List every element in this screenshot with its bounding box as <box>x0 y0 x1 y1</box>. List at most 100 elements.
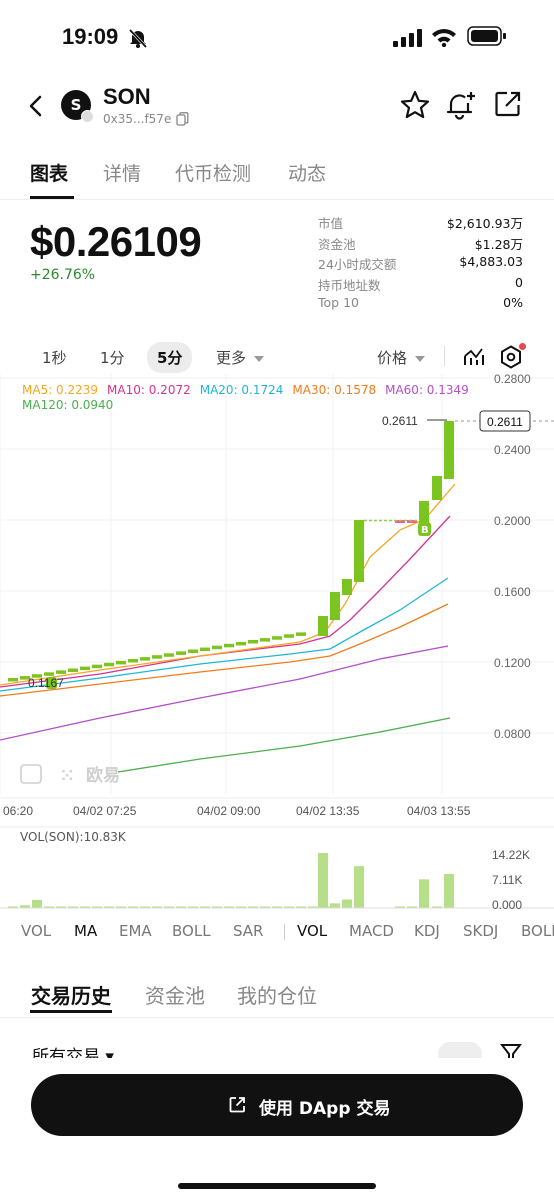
watermark-text: 欧易 <box>86 765 120 786</box>
volume-label: VOL(SON):10.83K <box>20 830 126 844</box>
low-price-label: 0.1167 <box>28 676 64 690</box>
notification-dot <box>519 343 526 350</box>
candle <box>342 579 352 595</box>
interval-more-dropdown[interactable]: 更多 <box>216 347 264 368</box>
volume-bar <box>318 853 328 908</box>
y-tick-label: 0.1600 <box>494 585 531 599</box>
stat-value: $4,883.03 <box>459 254 523 269</box>
stat-row: 市值 $2,610.93万 <box>318 213 523 234</box>
dapp-trade-button[interactable]: 使用 DApp 交易 <box>31 1074 523 1136</box>
stat-row: 24小时成交额 $4,883.03 <box>318 254 523 275</box>
candle <box>224 643 234 648</box>
stat-key: 24小时成交额 <box>318 257 397 272</box>
indicator-icon[interactable] <box>463 347 485 367</box>
candle <box>432 476 442 500</box>
candle <box>444 421 454 479</box>
candle <box>200 647 210 652</box>
tab-my-positions[interactable]: 我的仓位 <box>237 980 317 1009</box>
stat-key: Top 10 <box>318 295 359 310</box>
tab-details[interactable]: 详情 <box>103 159 141 186</box>
stat-value: $2,610.93万 <box>446 216 523 231</box>
candle <box>330 592 340 620</box>
indicator-tabs: VOL MA EMA BOLL SAR VOL MACD KDJ SKDJ BO… <box>0 918 554 944</box>
volume-bar <box>419 879 429 908</box>
filter-funnel-icon[interactable] <box>500 1042 522 1058</box>
token-name: SON <box>103 84 151 109</box>
home-indicator <box>178 1183 376 1189</box>
currency-toggle[interactable] <box>438 1042 482 1058</box>
ma-legend-item: MA30: 0.1578 <box>292 383 377 397</box>
tab-active-underline <box>30 196 74 199</box>
candle <box>260 638 270 642</box>
current-price: $0.26109 <box>30 218 202 265</box>
indicator-ema[interactable]: EMA <box>119 922 152 940</box>
copy-icon[interactable] <box>176 112 189 126</box>
price-change: +26.76% <box>30 267 96 283</box>
y-tick-label: 0.2800 <box>494 374 531 386</box>
y-tick-label: 0.2000 <box>494 514 531 528</box>
interval-5m[interactable]: 5分 <box>147 342 193 373</box>
candle <box>176 651 186 655</box>
favorite-star-icon[interactable] <box>400 90 430 120</box>
ma-legend-item: MA20: 0.1724 <box>199 383 284 397</box>
battery-icon <box>467 26 506 46</box>
indicator-skdj[interactable]: SKDJ <box>463 922 498 940</box>
fullscreen-icon <box>20 764 42 784</box>
price-alert-add-icon[interactable] <box>445 89 477 121</box>
stat-row: 持币地址数 0 <box>318 275 523 296</box>
candle <box>272 636 282 640</box>
chevron-down-icon: ▾ <box>105 1047 114 1058</box>
volume-bar <box>32 899 42 908</box>
share-icon[interactable] <box>494 90 522 118</box>
indicator-ma[interactable]: MA <box>74 922 97 940</box>
stat-value: $1.28万 <box>474 236 523 252</box>
tab-token-check[interactable]: 代币检测 <box>175 159 251 186</box>
trade-filter-dropdown[interactable]: 所有交易 ▾ <box>32 1042 114 1058</box>
x-tick-label: 04/02 13:35 <box>296 804 360 818</box>
candle <box>248 640 258 644</box>
candle <box>68 668 78 672</box>
buy-marker-label: B <box>421 525 429 536</box>
token-avatar: S <box>61 90 94 123</box>
status-time: 19:09 <box>62 24 119 49</box>
stat-key: 市值 <box>318 216 344 231</box>
tab-liquidity-pool[interactable]: 资金池 <box>145 980 205 1009</box>
ma-legend-item: MA5: 0.2239 <box>22 383 99 397</box>
ma-line <box>0 483 456 686</box>
price-chart[interactable]: 0.2800 0.2400 0.2000 0.1600 0.1200 0.0800 ⁙ 欧易 B… <box>0 374 554 824</box>
indicator-macd[interactable]: MACD <box>349 922 394 940</box>
volume-bar <box>444 873 454 908</box>
watermark-logo: ⁙ <box>60 766 74 786</box>
tab-chart[interactable]: 图表 <box>30 159 68 186</box>
back-arrow-icon[interactable] <box>28 94 44 118</box>
divider <box>284 924 285 940</box>
indicator-vol[interactable]: VOL <box>21 922 51 940</box>
candle <box>152 655 162 659</box>
interval-1s[interactable]: 1秒 <box>42 347 67 368</box>
cellular-signal-icon <box>393 29 422 47</box>
volume-bar <box>354 866 364 908</box>
interval-1m[interactable]: 1分 <box>100 347 125 368</box>
interval-bar: 1秒 1分 5分 更多 价格 <box>0 340 554 374</box>
chart-settings-icon[interactable] <box>500 345 522 369</box>
indicator-boll[interactable]: BOLL <box>172 922 211 940</box>
stat-key: 资金池 <box>318 236 356 252</box>
candle <box>140 657 150 661</box>
stat-key: 持币地址数 <box>318 277 381 293</box>
token-address: 0x35...f57e <box>103 112 172 126</box>
indicator-sar[interactable]: SAR <box>233 922 263 940</box>
ma-legend-item: MA60: 0.1349 <box>385 383 469 397</box>
indicator-vol-sub[interactable]: VOL <box>297 922 327 940</box>
indicator-kdj[interactable]: KDJ <box>414 922 440 940</box>
ma-legend-item: MA120: 0.0940 <box>22 398 114 412</box>
tab-activity[interactable]: 动态 <box>288 159 326 186</box>
stat-row: 资金池 $1.28万 <box>318 234 523 255</box>
tab-trade-history[interactable]: 交易历史 <box>31 980 111 1009</box>
stat-value: 0 <box>515 274 523 290</box>
volume-bar <box>330 903 340 908</box>
price-type-label: 价格 <box>377 349 408 367</box>
candle <box>164 653 174 657</box>
price-type-dropdown[interactable]: 价格 <box>377 347 425 368</box>
high-price-label: 0.2611 <box>382 414 418 428</box>
indicator-boll-sub[interactable]: BOLL <box>521 922 554 940</box>
